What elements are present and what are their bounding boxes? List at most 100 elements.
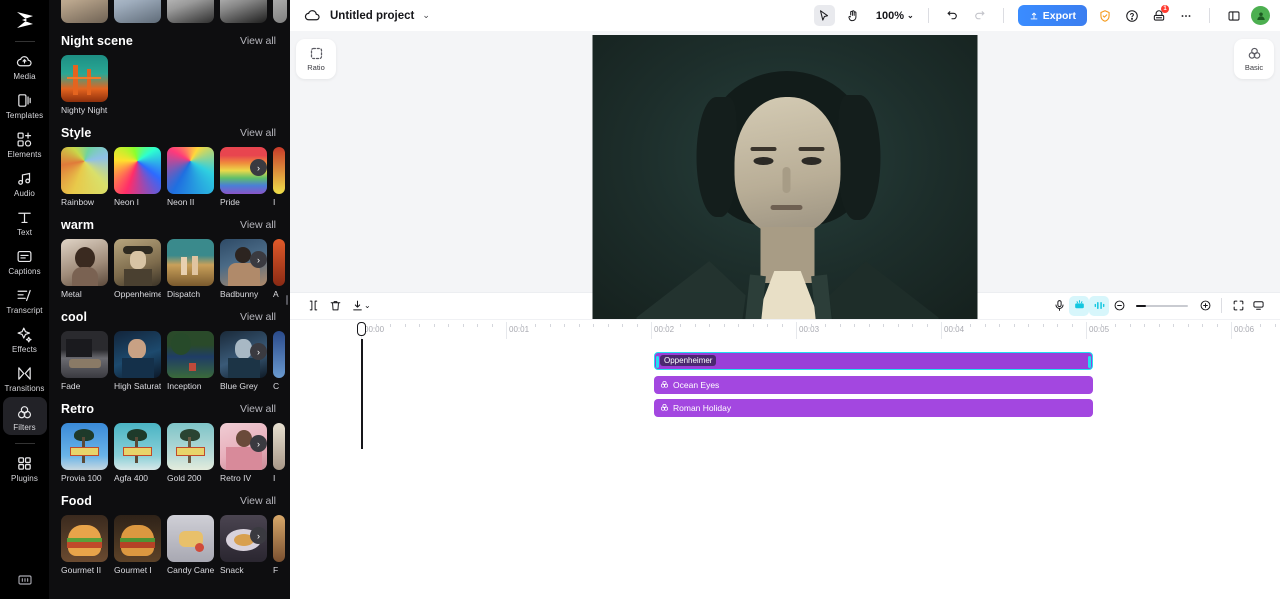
sidebar-item-templates[interactable]: Templates — [3, 85, 47, 123]
view-all-link[interactable]: View all — [240, 127, 276, 139]
filter-card[interactable]: Rainbow — [61, 147, 108, 207]
sidebar-item-transcript[interactable]: Transcript — [3, 280, 47, 318]
clip-label: Roman Holiday — [673, 402, 732, 413]
view-all-link[interactable]: View all — [240, 403, 276, 415]
view-all-link[interactable]: View all — [240, 219, 276, 231]
playhead[interactable] — [361, 338, 363, 449]
filter-card[interactable]: Metal — [61, 239, 108, 299]
notifications-icon[interactable]: 1 — [1149, 5, 1169, 25]
filter-card[interactable]: Roman Holid — [61, 0, 108, 26]
filter-card[interactable]: Candy Cane — [167, 515, 214, 575]
filter-card-partial[interactable]: I — [273, 147, 285, 207]
zoom-in-plus-icon[interactable] — [1195, 296, 1215, 316]
sidebar-item-plugins[interactable]: Plugins — [3, 448, 47, 486]
filter-card[interactable]: Gourmet I — [114, 515, 161, 575]
timeline-tracks[interactable]: Oppenheimer Ocean Eyes Roman Holiday — [290, 338, 1280, 599]
playhead-knob[interactable] — [357, 321, 366, 336]
rail-divider-bottom — [14, 443, 35, 444]
filter-card[interactable]: Badbunny — [220, 239, 267, 299]
clip-handle-left[interactable] — [656, 355, 659, 368]
panel-layout-icon[interactable] — [1224, 6, 1243, 25]
scroll-right-button[interactable]: › — [250, 251, 267, 268]
undo-arrow-icon[interactable] — [943, 6, 962, 25]
view-all-link[interactable]: View all — [240, 311, 276, 323]
sidebar-item-text[interactable]: Text — [3, 202, 47, 240]
filter-card[interactable]: Snack — [220, 515, 267, 575]
filter-card[interactable]: Gold 200 — [167, 423, 214, 483]
sidebar-item-captions[interactable]: Captions — [3, 241, 47, 279]
filter-card-partial[interactable]: I — [273, 423, 285, 483]
fit-to-screen-icon[interactable] — [1228, 296, 1248, 316]
clip-handle-right[interactable] — [1088, 355, 1091, 368]
sidebar-item-media[interactable]: Media — [3, 46, 47, 84]
sidebar-item-audio[interactable]: Audio — [3, 163, 47, 201]
filter-card[interactable]: BW 1 — [220, 0, 267, 26]
filter-card-partial[interactable]: C — [273, 331, 285, 391]
filter-card[interactable]: Blue Grey — [220, 331, 267, 391]
filter-card[interactable]: High Saturat — [114, 331, 161, 391]
filter-card-partial[interactable]: F — [273, 515, 285, 575]
basic-filter-button[interactable]: Basic — [1234, 39, 1274, 79]
timeline-zoom-slider[interactable] — [1136, 304, 1188, 307]
view-all-link[interactable]: View all — [240, 35, 276, 47]
export-button[interactable]: Export — [1017, 5, 1087, 26]
microphone-record-icon[interactable] — [1049, 296, 1069, 316]
filter-card[interactable]: Pride — [220, 147, 267, 207]
zoom-level-control[interactable]: 100% ⌄ — [876, 10, 914, 22]
trash-delete-icon[interactable] — [324, 295, 346, 317]
filter-card[interactable]: Oppenheime — [114, 239, 161, 299]
track-row[interactable]: Ocean Eyes — [290, 375, 1280, 394]
filter-card[interactable]: Tunnel — [114, 0, 161, 26]
ruler-minor-tick — [1057, 323, 1058, 327]
track-row[interactable]: Oppenheimer — [290, 351, 1280, 370]
filter-card[interactable]: Neon II — [167, 147, 214, 207]
sidebar-item-elements[interactable]: Elements — [3, 124, 47, 162]
panel-collapse-handle[interactable] — [284, 286, 290, 314]
track-row[interactable]: Roman Holiday — [290, 398, 1280, 417]
chevron-down-icon[interactable]: ⌄ — [422, 10, 430, 21]
sidebar-item-filters[interactable]: Filters — [2, 397, 47, 435]
cloud-sync-icon[interactable] — [304, 7, 322, 25]
timeline-clip[interactable]: Ocean Eyes — [654, 375, 1093, 394]
filter-card[interactable]: BW 3 — [167, 0, 214, 26]
redo-arrow-icon[interactable] — [970, 6, 989, 25]
view-all-link[interactable]: View all — [240, 495, 276, 507]
ruler-minor-tick — [520, 323, 522, 327]
filter-card[interactable]: Neon I — [114, 147, 161, 207]
scroll-right-button[interactable]: › — [250, 435, 267, 452]
timeline-clip[interactable]: Oppenheimer — [654, 351, 1093, 370]
auto-captions-icon[interactable] — [1069, 295, 1089, 316]
filter-card[interactable]: Fade — [61, 331, 108, 391]
question-help-icon[interactable] — [1122, 6, 1141, 25]
filter-card-partial[interactable]: I — [273, 0, 287, 26]
filter-card[interactable]: Gourmet II — [61, 515, 108, 575]
shield-check-icon[interactable] — [1095, 6, 1114, 25]
timeline-ruler[interactable]: 00:00 00:01 00:02 00:03 00:04 00:05 00:06 — [290, 318, 1280, 339]
filter-card[interactable]: Retro IV — [220, 423, 267, 483]
filter-card[interactable]: Agfa 400 — [114, 423, 161, 483]
cursor-select-icon[interactable] — [813, 5, 835, 26]
split-clip-icon[interactable] — [302, 295, 324, 317]
filters-panel[interactable]: Roman Holid Tunnel BW 3 BW 1 I — [49, 0, 290, 599]
filter-card[interactable]: Dispatch — [167, 239, 214, 299]
keyboard-shortcuts-button[interactable] — [0, 571, 49, 589]
scroll-right-button[interactable]: › — [250, 343, 267, 360]
scroll-right-button[interactable]: › — [250, 527, 267, 544]
scroll-right-button[interactable]: › — [250, 159, 267, 176]
ratio-button[interactable]: Ratio — [296, 39, 336, 79]
user-avatar-icon[interactable] — [1251, 6, 1270, 25]
zoom-out-minus-icon[interactable] — [1109, 296, 1129, 316]
chevron-down-icon[interactable]: ⌄ — [364, 301, 371, 310]
sidebar-item-effects[interactable]: Effects — [3, 319, 47, 357]
filter-card[interactable]: Nighty Night — [61, 55, 108, 115]
more-dots-icon[interactable] — [1176, 6, 1195, 25]
filter-card[interactable]: Inception — [167, 331, 214, 391]
hand-pan-icon[interactable] — [843, 5, 864, 26]
audio-mixer-icon[interactable] — [1089, 295, 1109, 316]
preview-monitor-icon[interactable] — [1248, 296, 1268, 316]
filter-card[interactable]: Provia 100 — [61, 423, 108, 483]
sidebar-item-transitions[interactable]: Transitions — [3, 358, 47, 396]
timeline-clip[interactable]: Roman Holiday — [654, 398, 1093, 417]
capcut-logo-icon[interactable] — [11, 6, 39, 34]
project-title[interactable]: Untitled project — [330, 10, 414, 22]
